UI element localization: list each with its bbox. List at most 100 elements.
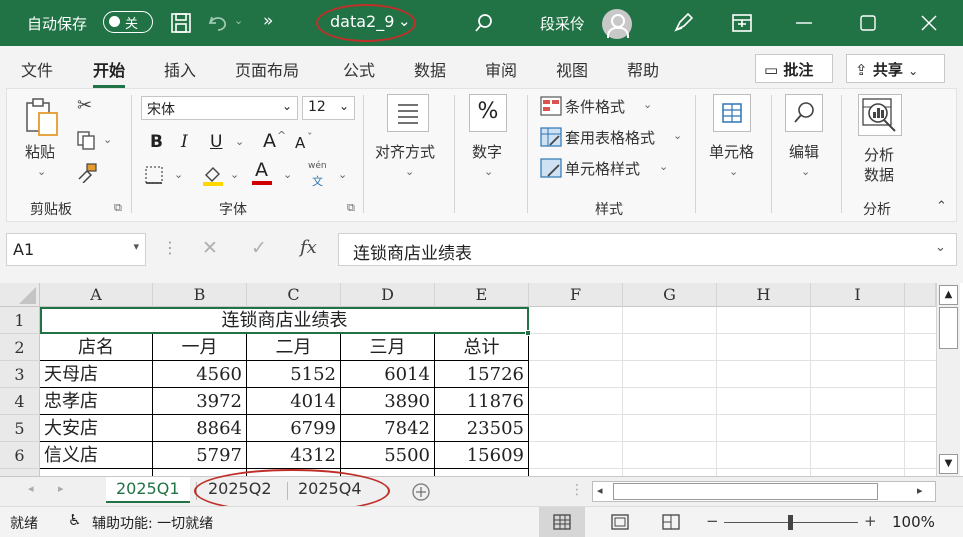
font-name-dropdown[interactable]: 宋体 ⌄ [141,96,298,120]
value-cell[interactable]: 6014 [341,361,434,388]
row-header[interactable]: 1 [0,307,40,334]
accessibility-icon[interactable]: ♿ [68,511,81,529]
cells-label[interactable]: 单元格 [709,141,754,162]
zoom-level[interactable]: 100% [892,513,935,531]
value-cell[interactable]: 5797 [153,442,246,469]
copy-dropdown-icon[interactable]: ⌄ [103,133,112,146]
tab-page-layout[interactable]: 页面布局 [235,57,299,81]
store-name-cell[interactable]: 大安店 [40,415,152,442]
header-cell[interactable]: 总计 [435,334,528,361]
align-dropdown-icon[interactable]: ⌄ [405,165,414,178]
value-cell[interactable]: 4312 [247,442,340,469]
analyze-label-2[interactable]: 数据 [864,164,894,185]
underline-button[interactable]: U [210,132,222,152]
font-color-dropdown-icon[interactable]: ⌄ [283,168,292,181]
expand-formula-icon[interactable]: ⌄ [935,240,946,255]
analyze-label-1[interactable]: 分析 [864,144,894,165]
cell-style-dropdown-icon[interactable]: ⌄ [659,160,668,173]
tab-splitter-icon[interactable]: ⋮ [570,482,584,498]
scroll-right-icon[interactable]: ▸ [917,484,923,497]
row-header[interactable]: 2 [0,334,40,361]
clipboard-launcher-icon[interactable]: ⧉ [114,201,122,215]
font-color-icon[interactable]: A [255,159,268,181]
store-name-cell[interactable]: 天母店 [40,361,152,388]
save-icon[interactable] [170,12,192,34]
paste-dropdown-icon[interactable]: ⌄ [37,165,46,178]
grow-font-button[interactable]: A [263,130,276,152]
horizontal-scrollbar[interactable]: ◂ [592,481,936,502]
minimize-icon[interactable] [796,21,812,25]
user-name[interactable]: 段采伶 [540,13,585,34]
header-cell[interactable]: 店名 [40,334,152,361]
ribbon-display-icon[interactable] [731,13,753,33]
header-cell[interactable]: 二月 [247,334,340,361]
search-icon[interactable] [473,12,495,34]
store-name-cell[interactable]: 信义店 [40,442,152,469]
value-cell[interactable]: 4014 [247,388,340,415]
editing-dropdown-icon[interactable]: ⌄ [801,165,810,178]
conditional-format-dropdown-icon[interactable]: ⌄ [643,98,652,111]
total-cell[interactable]: 15609 [435,442,528,469]
cells-dropdown-icon[interactable]: ⌄ [729,165,738,178]
accessibility-status[interactable]: 辅助功能: 一切就绪 [92,513,213,533]
total-cell[interactable]: 15726 [435,361,528,388]
zoom-slider-thumb[interactable] [788,515,793,530]
tab-home[interactable]: 开始 [93,57,126,88]
italic-button[interactable]: I [181,132,188,152]
vertical-scroll-thumb[interactable] [939,307,958,349]
sheet-tab-q1[interactable]: 2025Q1 [106,477,190,503]
undo-dropdown-icon[interactable]: ⌄ [234,14,243,27]
scroll-down-icon[interactable]: ▼ [939,454,958,474]
fill-color-dropdown-icon[interactable]: ⌄ [230,168,239,181]
comment-button[interactable]: ▭ 批注 [755,54,833,83]
title-cell[interactable]: 连锁商店业绩表 [40,307,529,334]
total-cell[interactable]: 23505 [435,415,528,442]
avatar[interactable] [602,9,632,39]
value-cell[interactable]: 3890 [341,388,434,415]
maximize-icon[interactable] [860,15,876,31]
table-format-dropdown-icon[interactable]: ⌄ [673,129,682,142]
name-box[interactable]: A1 ▾ [6,233,146,266]
tab-data[interactable]: 数据 [414,57,446,81]
number-label[interactable]: 数字 [472,141,502,162]
zoom-in-button[interactable]: + [864,512,877,530]
share-button[interactable]: ⇪ 共享 ⌄ [846,54,945,83]
conditional-format-icon[interactable] [540,96,562,116]
align-icon[interactable] [387,94,429,132]
insert-function-button[interactable]: fx [300,237,317,258]
analyze-data-icon[interactable] [858,94,902,136]
select-all-corner[interactable] [0,283,40,307]
column-header[interactable]: B [153,283,247,307]
prev-sheet-icon[interactable]: ◂ [28,482,34,495]
page-break-view-icon[interactable] [662,514,680,530]
horizontal-scroll-thumb[interactable] [613,483,878,500]
formula-input[interactable]: 连锁商店业绩表 [338,233,957,266]
cancel-icon[interactable]: ✕ [202,237,218,259]
row-header[interactable]: 6 [0,442,40,469]
font-size-dropdown[interactable]: 12 ⌄ [302,96,355,120]
cut-icon[interactable]: ✂ [77,95,92,116]
store-name-cell[interactable]: 忠孝店 [40,388,152,415]
more-commands-icon[interactable]: » [263,11,273,31]
fill-color-icon[interactable] [201,163,225,187]
paste-icon[interactable] [24,97,60,137]
cell-style-icon[interactable] [540,158,562,178]
column-header[interactable]: E [435,283,529,307]
bold-button[interactable]: B [150,132,163,152]
tab-review[interactable]: 审阅 [485,57,517,81]
page-layout-view-icon[interactable] [611,514,629,530]
font-launcher-icon[interactable]: ⧉ [347,201,355,215]
scroll-up-icon[interactable]: ▲ [939,285,958,305]
add-sheet-icon[interactable] [410,481,432,503]
align-label[interactable]: 对齐方式 [375,141,435,162]
phonetic-dropdown-icon[interactable]: ⌄ [338,168,347,181]
row-header[interactable]: 5 [0,415,40,442]
value-cell[interactable]: 8864 [153,415,246,442]
value-cell[interactable]: 3972 [153,388,246,415]
value-cell[interactable]: 7842 [341,415,434,442]
editing-icon[interactable] [785,94,823,132]
column-header[interactable]: A [40,283,153,307]
total-cell[interactable]: 11876 [435,388,528,415]
paste-label[interactable]: 粘贴 [25,141,55,162]
normal-view-button[interactable] [539,507,585,537]
